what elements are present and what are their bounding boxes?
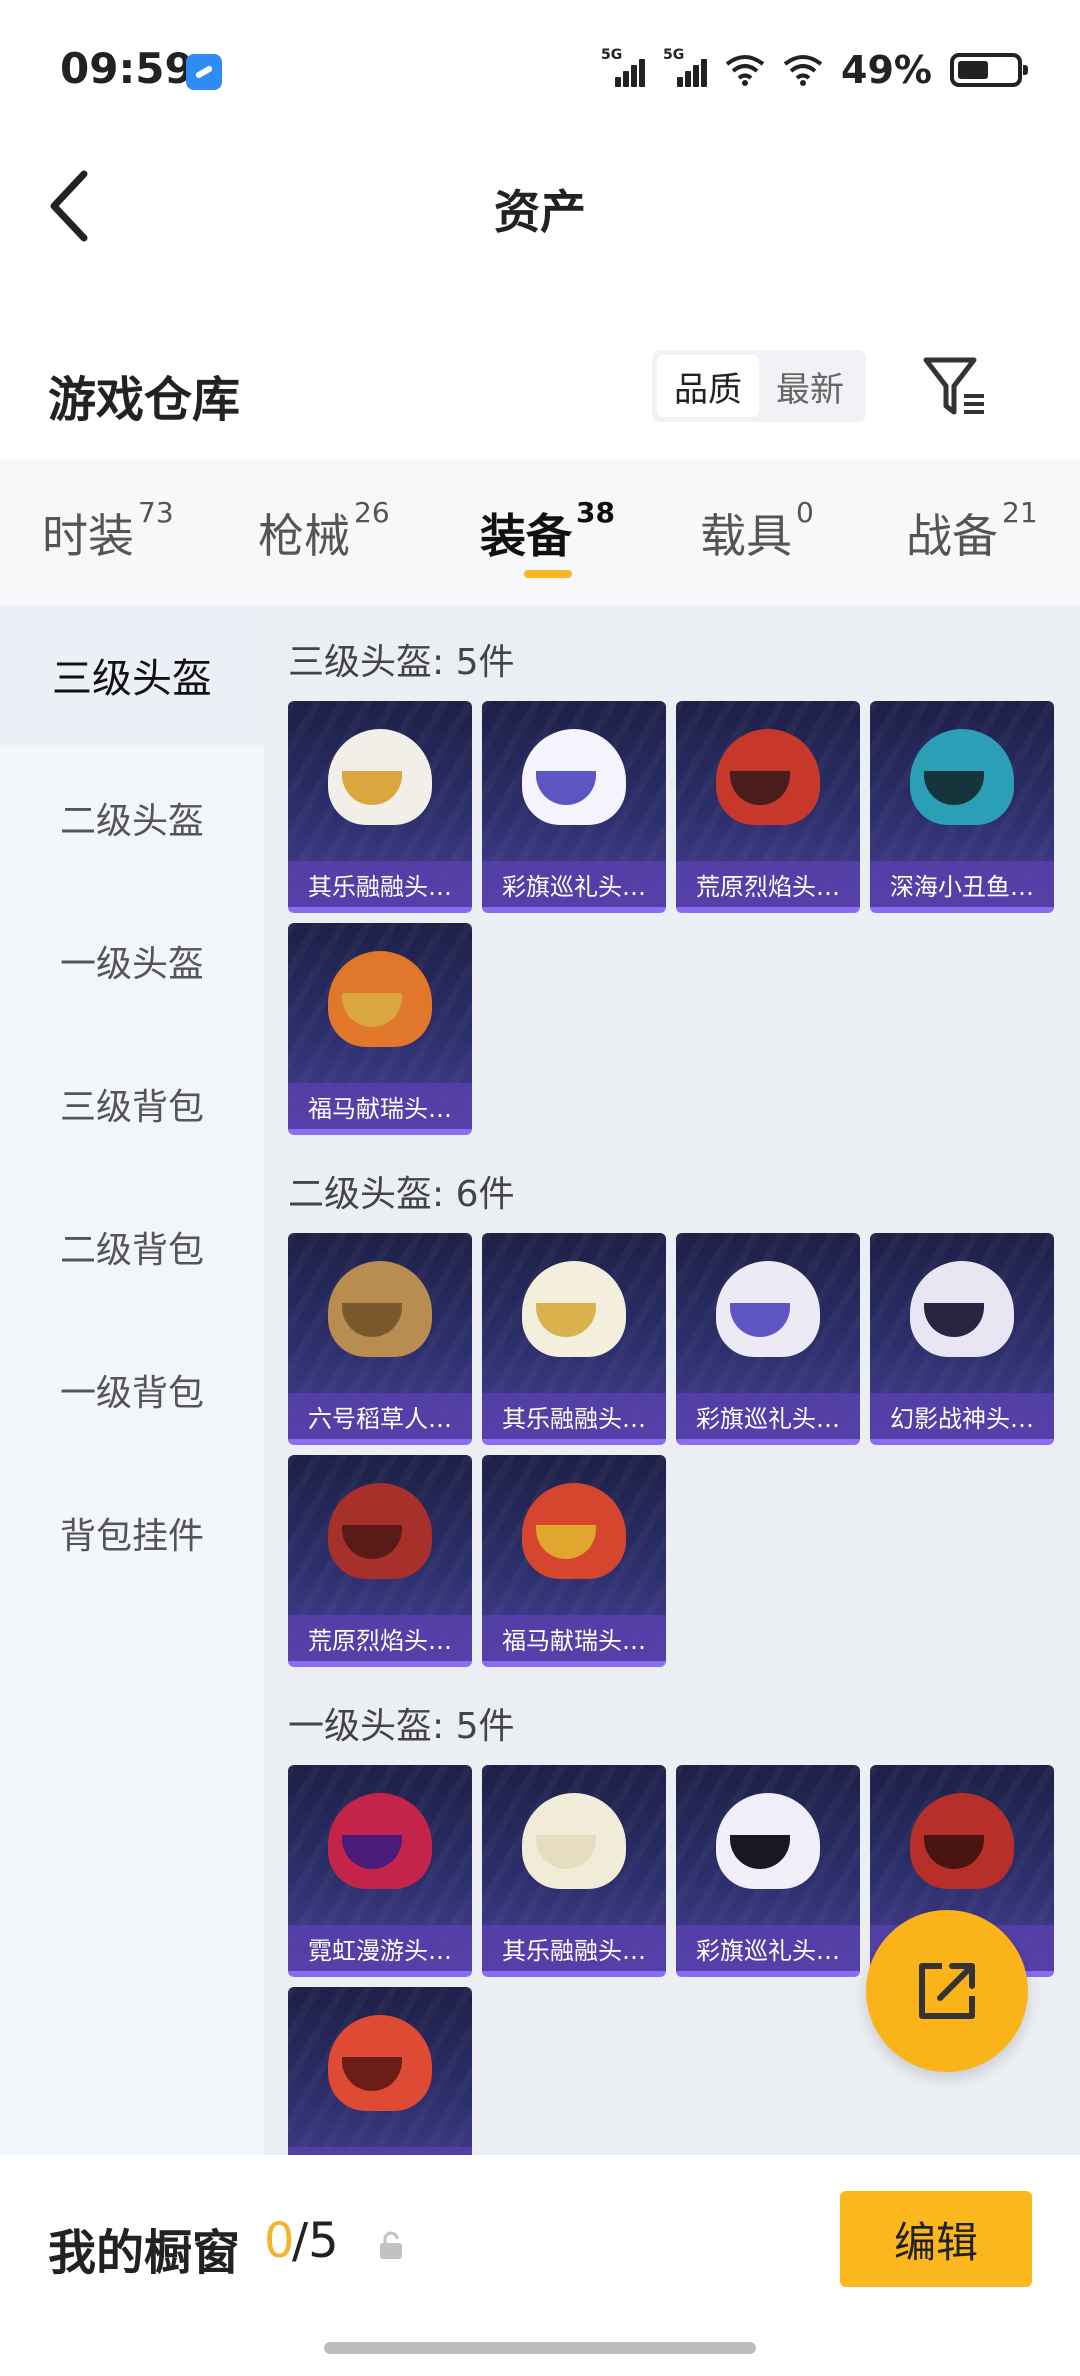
- tab-fashion[interactable]: 时装 73: [42, 496, 174, 566]
- cellular-signal-icon: 5G: [601, 47, 646, 89]
- lock-icon: [380, 2231, 402, 2259]
- battery-icon: [950, 53, 1028, 87]
- side-item-level2-helmet[interactable]: 二级头盔: [0, 748, 264, 888]
- tab-count: 0: [796, 496, 814, 529]
- item-name: 荒原烈焰头…: [676, 861, 860, 907]
- filter-icon[interactable]: [920, 352, 990, 422]
- sort-toggle: 品质 最新: [652, 350, 866, 422]
- category-tabs: 时装 73 枪械 26 装备 38 载具 0 战备 21: [0, 460, 1080, 605]
- active-tab-indicator: [524, 570, 572, 578]
- home-indicator[interactable]: [324, 2342, 756, 2354]
- side-item-level1-backpack[interactable]: 一级背包: [0, 1320, 264, 1460]
- network-type-label: 5G: [663, 47, 685, 63]
- item-name: 其乐融融头…: [288, 861, 472, 907]
- section-title: 二级头盔: 6件: [288, 1174, 515, 1215]
- item-name: 福马献瑞头…: [482, 1615, 666, 1661]
- item-name: 彩旗巡礼头…: [482, 861, 666, 907]
- item-card[interactable]: 福马献瑞头…: [288, 923, 472, 1135]
- tab-label: 时装: [42, 509, 134, 563]
- item-name: 深海小丑鱼…: [870, 861, 1054, 907]
- item-card[interactable]: 荒原烈焰头…: [676, 701, 860, 913]
- side-item-level3-helmet[interactable]: 三级头盔: [0, 605, 264, 745]
- side-item-level1-helmet[interactable]: 一级头盔: [0, 891, 264, 1031]
- item-name: 霓虹漫游头…: [288, 1925, 472, 1971]
- item-card[interactable]: 霓虹漫游头…: [288, 1765, 472, 1977]
- share-icon: [919, 1963, 975, 2019]
- showcase-title: 我的橱窗: [48, 2225, 241, 2281]
- network-type-label: 5G: [601, 47, 623, 63]
- section-title: 三级头盔: 5件: [288, 642, 515, 683]
- tab-gear[interactable]: 战备 21: [906, 496, 1038, 566]
- battery-percentage: 49%: [841, 48, 932, 92]
- item-name: 幻影战神头…: [870, 1393, 1054, 1439]
- item-card[interactable]: 福马献瑞头…: [482, 1455, 666, 1667]
- tab-equipment[interactable]: 装备 38: [480, 496, 615, 566]
- top-nav-bar: 资产: [0, 140, 1080, 270]
- item-card[interactable]: 彩旗巡礼头…: [676, 1233, 860, 1445]
- item-card[interactable]: 彩旗巡礼头…: [676, 1765, 860, 1977]
- item-card[interactable]: 六号稻草人…: [288, 1233, 472, 1445]
- item-card[interactable]: 深海小丑鱼…: [870, 701, 1054, 913]
- tab-guns[interactable]: 枪械 26: [258, 496, 390, 566]
- item-card[interactable]: [288, 1987, 472, 2155]
- share-button[interactable]: [866, 1910, 1028, 2072]
- side-menu: 三级头盔 二级头盔 一级头盔 三级背包 二级背包 一级背包 背包挂件: [0, 605, 264, 2155]
- wifi-icon: [783, 55, 823, 86]
- tab-label: 载具: [700, 509, 792, 563]
- item-name: 彩旗巡礼头…: [676, 1393, 860, 1439]
- item-card[interactable]: 其乐融融头…: [482, 1765, 666, 1977]
- warehouse-title: 游戏仓库: [48, 372, 241, 428]
- page-title: 资产: [494, 185, 586, 239]
- item-name: 福马献瑞头…: [288, 1083, 472, 1129]
- showcase-count-total: /5: [292, 2213, 339, 2269]
- status-bar: 09:59 5G 5G 49%: [0, 0, 1080, 140]
- status-time: 09:59: [60, 44, 194, 93]
- item-name: 荒原烈焰头…: [288, 1615, 472, 1661]
- item-name: [288, 2147, 472, 2155]
- item-card[interactable]: 彩旗巡礼头…: [482, 701, 666, 913]
- sort-newest-button[interactable]: 最新: [759, 355, 861, 417]
- tab-count: 73: [138, 496, 174, 529]
- tab-count: 21: [1002, 496, 1038, 529]
- side-item-level2-backpack[interactable]: 二级背包: [0, 1177, 264, 1317]
- section-title: 一级头盔: 5件: [288, 1706, 515, 1747]
- item-name: 彩旗巡礼头…: [676, 1925, 860, 1971]
- tab-count: 38: [576, 496, 615, 529]
- item-name: 其乐融融头…: [482, 1393, 666, 1439]
- wifi-icon: [725, 55, 765, 86]
- cellular-signal-icon: 5G: [663, 47, 708, 89]
- item-card[interactable]: 其乐融融头…: [288, 701, 472, 913]
- side-item-backpack-charm[interactable]: 背包挂件: [0, 1463, 264, 1603]
- item-card[interactable]: 荒原烈焰头…: [288, 1455, 472, 1667]
- warehouse-header: 游戏仓库 品质 最新: [0, 330, 1080, 450]
- tab-label: 装备: [480, 509, 572, 563]
- app-notification-icon: [186, 54, 222, 90]
- item-name: 六号稻草人…: [288, 1393, 472, 1439]
- edit-button[interactable]: 编辑: [840, 2191, 1032, 2287]
- side-item-level3-backpack[interactable]: 三级背包: [0, 1034, 264, 1174]
- tab-label: 战备: [906, 509, 998, 563]
- status-icons: 5G 5G 49%: [601, 47, 1028, 92]
- tab-vehicles[interactable]: 载具 0: [700, 496, 814, 566]
- item-card[interactable]: 幻影战神头…: [870, 1233, 1054, 1445]
- tab-label: 枪械: [258, 509, 350, 563]
- tab-count: 26: [354, 496, 390, 529]
- sort-quality-button[interactable]: 品质: [657, 355, 759, 417]
- showcase-count-current: 0: [264, 2213, 295, 2269]
- item-card[interactable]: 其乐融融头…: [482, 1233, 666, 1445]
- item-name: 其乐融融头…: [482, 1925, 666, 1971]
